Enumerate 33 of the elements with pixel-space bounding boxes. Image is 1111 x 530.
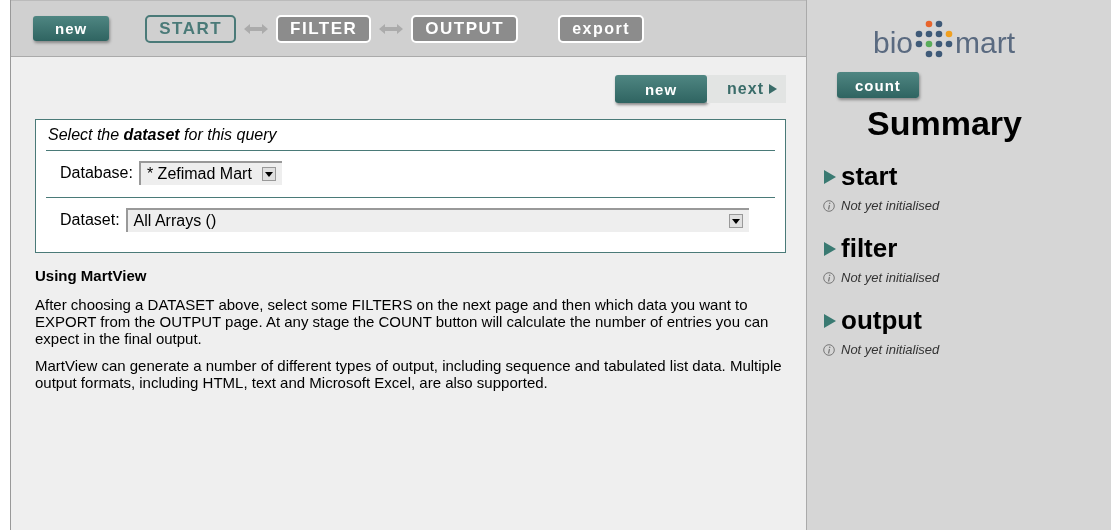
new-button[interactable]: new xyxy=(33,16,110,41)
status-text: Not yet initialised xyxy=(841,342,940,357)
status-text: Not yet initialised xyxy=(841,270,940,285)
step-tab[interactable]: FILTER xyxy=(276,14,372,43)
play-icon xyxy=(823,168,837,185)
play-icon xyxy=(768,83,778,95)
field-label: Database: xyxy=(60,164,133,182)
section-title: filter xyxy=(841,233,898,264)
double-arrow-icon xyxy=(378,22,405,35)
logo-text: mart xyxy=(955,26,1016,60)
info-icon xyxy=(823,271,835,284)
double-arrow-icon xyxy=(243,22,270,35)
dropdown[interactable]: All Arrays () xyxy=(125,208,749,232)
help-heading: Using MartView xyxy=(35,267,148,284)
next-button[interactable]: next xyxy=(707,75,786,103)
help-paragraph: After choosing a DATASET above, select some FILTERS on the next page and then which data you want to EXPORT from the OUTPUT page. At any stage the COUNT button will calculate the number of entries you can expect in the final output. xyxy=(35,296,770,347)
play-icon xyxy=(823,312,837,329)
instruction-text: Select the dataset for this query xyxy=(46,124,775,151)
field-label: Dataset: xyxy=(60,211,120,229)
step-tab[interactable]: OUTPUT xyxy=(411,14,519,43)
section-title: start xyxy=(841,161,898,192)
logo-text: bio xyxy=(873,26,914,60)
info-icon xyxy=(823,199,835,212)
status-text: Not yet initialised xyxy=(841,198,940,213)
info-icon xyxy=(823,343,835,356)
play-icon xyxy=(823,240,837,257)
summary-title: Summary xyxy=(867,104,1023,143)
new-button[interactable]: new xyxy=(614,75,708,103)
section-title: output xyxy=(841,305,922,336)
count-button[interactable]: count xyxy=(837,72,919,98)
help-paragraph: MartView can generate a number of different types of output, including sequence and tabulated list data. Multiple output formats, including HTML, text and Microsoft Excel, are also supported. xyxy=(35,357,783,391)
step-tab[interactable]: START xyxy=(145,14,237,43)
dropdown[interactable]: * Zefimad Mart xyxy=(138,161,282,185)
